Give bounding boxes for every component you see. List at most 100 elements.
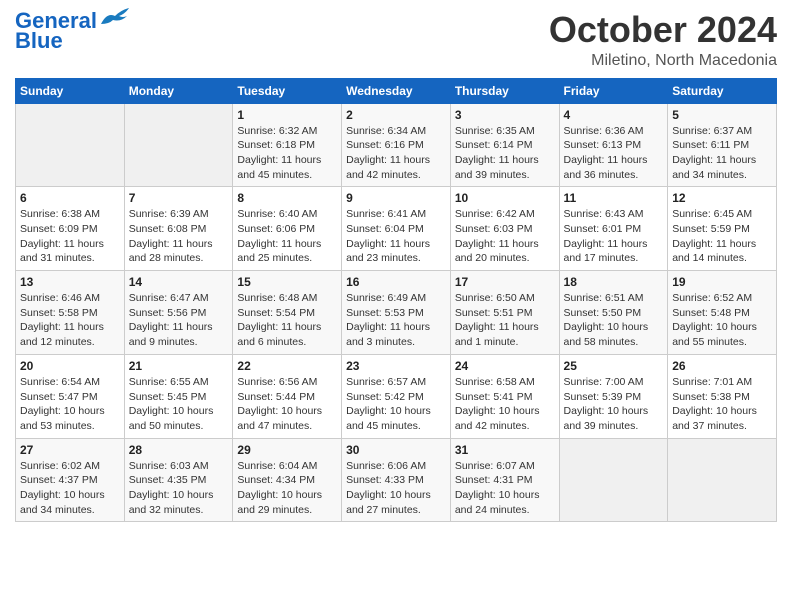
header-row: SundayMondayTuesdayWednesdayThursdayFrid… [16,78,777,103]
calendar-cell: 25Sunrise: 7:00 AMSunset: 5:39 PMDayligh… [559,354,668,438]
day-number: 6 [20,191,120,205]
day-detail: Sunrise: 6:45 AMSunset: 5:59 PMDaylight:… [672,207,772,266]
calendar-cell [124,103,233,187]
calendar-cell: 15 Sunrise: 6:48 AMSunset: 5:54 PMDayligh… [233,271,342,355]
day-number: 9 [346,191,446,205]
page: General Blue October 2024 Miletino, Nort… [0,0,792,612]
calendar-cell: 19 Sunrise: 6:52 AMSunset: 5:48 PMDayligh… [668,271,777,355]
day-detail: Sunrise: 6:06 AMSunset: 4:33 PMDaylight:… [346,459,446,518]
day-detail: Sunrise: 6:07 AMSunset: 4:31 PMDaylight:… [455,459,555,518]
day-number: 27 [20,443,120,457]
day-number: 31 [455,443,555,457]
header-day-tuesday: Tuesday [233,78,342,103]
day-detail: Sunrise: 6:52 AMSunset: 5:48 PMDaylight:… [672,291,772,350]
calendar-cell [16,103,125,187]
day-number: 20 [20,359,120,373]
day-number: 4 [564,108,664,122]
calendar-cell: 26Sunrise: 7:01 AMSunset: 5:38 PMDayligh… [668,354,777,438]
calendar-cell: 30Sunrise: 6:06 AMSunset: 4:33 PMDayligh… [342,438,451,522]
day-number: 29 [237,443,337,457]
calendar-cell: 5 Sunrise: 6:37 AMSunset: 6:11 PMDaylight… [668,103,777,187]
week-row-4: 20 Sunrise: 6:54 AMSunset: 5:47 PMDayligh… [16,354,777,438]
calendar-cell: 29 Sunrise: 6:04 AMSunset: 4:34 PMDayligh… [233,438,342,522]
calendar-cell: 3Sunrise: 6:35 AMSunset: 6:14 PMDaylight… [450,103,559,187]
calendar-cell: 18 Sunrise: 6:51 AMSunset: 5:50 PMDayligh… [559,271,668,355]
day-number: 10 [455,191,555,205]
week-row-5: 27 Sunrise: 6:02 AMSunset: 4:37 PMDayligh… [16,438,777,522]
title-block: October 2024 Miletino, North Macedonia [549,10,777,70]
day-detail: Sunrise: 6:03 AMSunset: 4:35 PMDaylight:… [129,459,229,518]
month-title: October 2024 [549,10,777,50]
day-detail: Sunrise: 6:50 AMSunset: 5:51 PMDaylight:… [455,291,555,350]
day-number: 2 [346,108,446,122]
day-detail: Sunrise: 6:58 AMSunset: 5:41 PMDaylight:… [455,375,555,434]
day-number: 1 [237,108,337,122]
header: General Blue October 2024 Miletino, Nort… [15,10,777,70]
day-detail: Sunrise: 6:37 AMSunset: 6:11 PMDaylight:… [672,124,772,183]
day-number: 16 [346,275,446,289]
week-row-3: 13Sunrise: 6:46 AMSunset: 5:58 PMDayligh… [16,271,777,355]
day-number: 11 [564,191,664,205]
calendar-cell: 11 Sunrise: 6:43 AMSunset: 6:01 PMDayligh… [559,187,668,271]
day-detail: Sunrise: 6:49 AMSunset: 5:53 PMDaylight:… [346,291,446,350]
calendar-cell: 31 Sunrise: 6:07 AMSunset: 4:31 PMDayligh… [450,438,559,522]
logo-blue: Blue [15,28,63,53]
day-detail: Sunrise: 6:39 AMSunset: 6:08 PMDaylight:… [129,207,229,266]
header-day-sunday: Sunday [16,78,125,103]
header-day-friday: Friday [559,78,668,103]
calendar-cell: 10 Sunrise: 6:42 AMSunset: 6:03 PMDayligh… [450,187,559,271]
day-detail: Sunrise: 6:47 AMSunset: 5:56 PMDaylight:… [129,291,229,350]
day-detail: Sunrise: 6:02 AMSunset: 4:37 PMDaylight:… [20,459,120,518]
calendar-cell: 24Sunrise: 6:58 AMSunset: 5:41 PMDayligh… [450,354,559,438]
calendar-cell: 21Sunrise: 6:55 AMSunset: 5:45 PMDayligh… [124,354,233,438]
calendar-cell: 6 Sunrise: 6:38 AMSunset: 6:09 PMDaylight… [16,187,125,271]
week-row-1: 1Sunrise: 6:32 AMSunset: 6:18 PMDaylight… [16,103,777,187]
calendar-cell: 4 Sunrise: 6:36 AMSunset: 6:13 PMDaylight… [559,103,668,187]
day-number: 3 [455,108,555,122]
calendar-body: 1Sunrise: 6:32 AMSunset: 6:18 PMDaylight… [16,103,777,522]
day-detail: Sunrise: 6:40 AMSunset: 6:06 PMDaylight:… [237,207,337,266]
day-number: 19 [672,275,772,289]
day-number: 14 [129,275,229,289]
calendar-cell: 12 Sunrise: 6:45 AMSunset: 5:59 PMDayligh… [668,187,777,271]
day-detail: Sunrise: 6:43 AMSunset: 6:01 PMDaylight:… [564,207,664,266]
calendar-cell: 1Sunrise: 6:32 AMSunset: 6:18 PMDaylight… [233,103,342,187]
day-detail: Sunrise: 6:38 AMSunset: 6:09 PMDaylight:… [20,207,120,266]
day-number: 18 [564,275,664,289]
calendar-header: SundayMondayTuesdayWednesdayThursdayFrid… [16,78,777,103]
day-detail: Sunrise: 6:04 AMSunset: 4:34 PMDaylight:… [237,459,337,518]
day-number: 25 [564,359,664,373]
calendar-table: SundayMondayTuesdayWednesdayThursdayFrid… [15,78,777,523]
calendar-cell: 14 Sunrise: 6:47 AMSunset: 5:56 PMDayligh… [124,271,233,355]
day-number: 12 [672,191,772,205]
day-number: 13 [20,275,120,289]
calendar-cell: 16 Sunrise: 6:49 AMSunset: 5:53 PMDayligh… [342,271,451,355]
day-detail: Sunrise: 6:42 AMSunset: 6:03 PMDaylight:… [455,207,555,266]
calendar-cell: 7 Sunrise: 6:39 AMSunset: 6:08 PMDaylight… [124,187,233,271]
logo: General Blue [15,10,131,53]
day-detail: Sunrise: 6:36 AMSunset: 6:13 PMDaylight:… [564,124,664,183]
day-number: 17 [455,275,555,289]
day-number: 8 [237,191,337,205]
calendar-cell: 2Sunrise: 6:34 AMSunset: 6:16 PMDaylight… [342,103,451,187]
calendar-cell [668,438,777,522]
calendar-cell: 28Sunrise: 6:03 AMSunset: 4:35 PMDayligh… [124,438,233,522]
calendar-cell: 20 Sunrise: 6:54 AMSunset: 5:47 PMDayligh… [16,354,125,438]
day-number: 5 [672,108,772,122]
day-detail: Sunrise: 6:51 AMSunset: 5:50 PMDaylight:… [564,291,664,350]
day-number: 23 [346,359,446,373]
calendar-cell: 9Sunrise: 6:41 AMSunset: 6:04 PMDaylight… [342,187,451,271]
day-detail: Sunrise: 7:01 AMSunset: 5:38 PMDaylight:… [672,375,772,434]
calendar-cell: 23Sunrise: 6:57 AMSunset: 5:42 PMDayligh… [342,354,451,438]
day-number: 15 [237,275,337,289]
logo-bird-icon [99,6,131,28]
day-number: 22 [237,359,337,373]
day-detail: Sunrise: 6:48 AMSunset: 5:54 PMDaylight:… [237,291,337,350]
header-day-wednesday: Wednesday [342,78,451,103]
day-detail: Sunrise: 6:54 AMSunset: 5:47 PMDaylight:… [20,375,120,434]
calendar-cell: 22Sunrise: 6:56 AMSunset: 5:44 PMDayligh… [233,354,342,438]
day-number: 7 [129,191,229,205]
calendar-cell [559,438,668,522]
header-day-thursday: Thursday [450,78,559,103]
calendar-cell: 8 Sunrise: 6:40 AMSunset: 6:06 PMDaylight… [233,187,342,271]
